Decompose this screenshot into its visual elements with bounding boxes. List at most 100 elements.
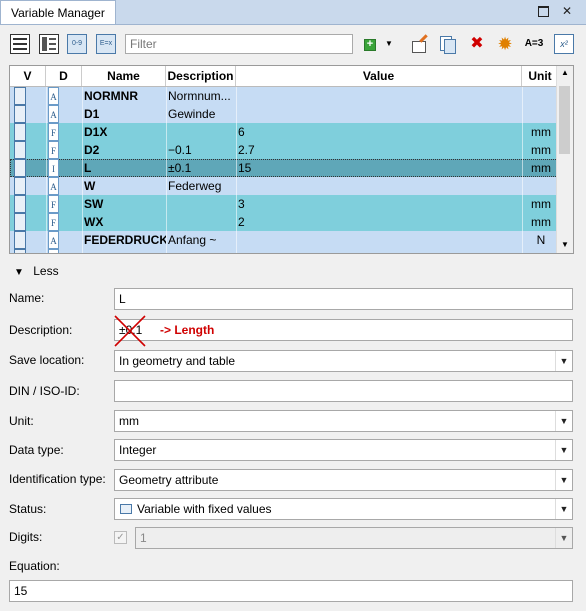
din-iso-field[interactable] [114, 380, 573, 402]
column-separator [46, 231, 47, 249]
column-header-name[interactable]: Name [82, 66, 166, 86]
window-title-tab[interactable]: Variable Manager [0, 0, 116, 24]
column-header-value[interactable]: Value [236, 66, 522, 86]
type-F-icon: F [48, 141, 59, 159]
cell-name: D2 [84, 143, 100, 157]
variable-list-icon[interactable]: 0-9 [67, 34, 87, 54]
cell-unit [524, 105, 558, 123]
cell-value [238, 87, 520, 105]
strike-cross-icon [114, 315, 146, 347]
table-row[interactable]: F WX 2 mm [10, 213, 558, 231]
column-separator [236, 195, 237, 213]
table-row[interactable]: I L ±0.1 15 mm [10, 159, 558, 177]
delete-icon[interactable]: ✖ [467, 34, 487, 54]
column-separator [522, 87, 523, 105]
column-separator [82, 213, 83, 231]
column-header-unit[interactable]: Unit [522, 66, 558, 86]
status-select[interactable]: Variable with fixed values ▼ [114, 498, 573, 520]
cell-value [238, 231, 520, 249]
table-row[interactable]: F SW 3 mm [10, 195, 558, 213]
description-label: Description: [9, 323, 73, 337]
copy-icon[interactable] [437, 34, 457, 54]
variable-icon [14, 231, 26, 249]
table-row[interactable]: F D1X 6 mm [10, 123, 558, 141]
scroll-down-icon[interactable]: ▼ [557, 240, 573, 249]
add-variable-icon[interactable]: + [363, 34, 383, 54]
settings-icon[interactable]: ✹ [495, 34, 515, 54]
column-header-description[interactable]: Description [166, 66, 236, 86]
column-header-v[interactable]: V [10, 66, 46, 86]
cell-description: Normnum... [168, 89, 231, 103]
column-separator [46, 249, 47, 253]
type-F-icon: F [48, 123, 59, 141]
column-separator [522, 249, 523, 253]
table-row[interactable]: A W Federweg [10, 177, 558, 195]
less-toggle[interactable]: ▼ Less [14, 264, 59, 280]
edit-icon[interactable] [410, 34, 430, 54]
column-header-d[interactable]: D [46, 66, 82, 86]
expression-icon[interactable]: E=x [96, 34, 116, 54]
name-field[interactable]: L [114, 288, 573, 310]
chevron-down-icon[interactable]: ▼ [555, 528, 572, 548]
save-location-select[interactable]: In geometry and table ▼ [114, 350, 573, 372]
column-separator [166, 213, 167, 231]
type-A-icon: A [48, 249, 59, 253]
table-row[interactable]: A FEDERDRUCK1 Anfang ~ N [10, 231, 558, 249]
less-toggle-label: Less [33, 264, 59, 278]
name-label: Name: [9, 291, 45, 305]
assign-icon[interactable]: A=3 [522, 34, 546, 54]
chevron-down-icon[interactable]: ▼ [555, 351, 572, 371]
chevron-down-icon[interactable]: ▼ [555, 440, 572, 460]
formula-icon[interactable]: x² [554, 34, 574, 54]
equation-label: Equation: [9, 559, 60, 573]
maximize-icon[interactable] [536, 4, 550, 18]
scroll-up-icon[interactable]: ▲ [557, 68, 573, 77]
chevron-down-icon[interactable]: ▼ [555, 411, 572, 431]
type-A-icon: A [48, 87, 59, 105]
chevron-down-icon[interactable]: ▼ [555, 499, 572, 519]
column-separator [46, 213, 47, 231]
triangle-down-icon: ▼ [14, 267, 24, 278]
column-separator [82, 231, 83, 249]
table-row[interactable]: F D2 −0.1 2.7 mm [10, 141, 558, 159]
data-type-select[interactable]: Integer ▼ [114, 439, 573, 461]
digits-select[interactable]: 1 ▼ [135, 527, 573, 549]
form-view-icon[interactable] [39, 34, 59, 54]
cell-name: NORMNR [84, 89, 138, 103]
column-separator [236, 159, 237, 177]
filter-input[interactable]: Filter [125, 34, 353, 54]
column-separator [82, 195, 83, 213]
cell-unit [524, 249, 558, 253]
cell-unit: mm [531, 143, 551, 157]
column-separator [82, 123, 83, 141]
table-row[interactable]: A D1 Gewinde [10, 105, 558, 123]
chevron-down-icon[interactable]: ▼ [555, 470, 572, 490]
column-separator [522, 105, 523, 123]
variable-icon [14, 159, 26, 177]
data-type-value: Integer [119, 443, 157, 457]
unit-select[interactable]: mm ▼ [114, 410, 573, 432]
equation-field[interactable]: 15 [9, 580, 573, 602]
digits-checkbox[interactable]: ✓ [114, 531, 127, 544]
cell-name: FEDERDRUCK2 [84, 249, 166, 253]
cell-value: 15 [238, 161, 252, 175]
table-view-icon[interactable] [10, 34, 30, 54]
cell-description: Federweg [168, 179, 222, 193]
chevron-down-icon[interactable]: ▼ [383, 34, 395, 54]
column-separator [522, 159, 523, 177]
cell-description [168, 195, 236, 213]
toolbar: 0-9 E=x Filter + ▼ ✖ ✹ A=3 x² [0, 28, 586, 60]
column-separator [236, 141, 237, 159]
table-row[interactable]: A FEDERDRUCK2Ende [10, 249, 558, 253]
identification-type-select[interactable]: Geometry attribute ▼ [114, 469, 573, 491]
vertical-scrollbar[interactable]: ▲ ▼ [556, 66, 573, 253]
column-separator [166, 87, 167, 105]
identification-type-label: Identification type: [9, 472, 106, 486]
cell-unit: mm [531, 125, 551, 139]
cell-unit: mm [531, 161, 551, 175]
table-row[interactable]: A NORMNR Normnum... [10, 87, 558, 105]
close-icon[interactable]: ✕ [560, 4, 574, 18]
column-separator [46, 105, 47, 123]
cell-description: ±0.1 [168, 161, 192, 175]
scroll-thumb[interactable] [559, 86, 570, 154]
